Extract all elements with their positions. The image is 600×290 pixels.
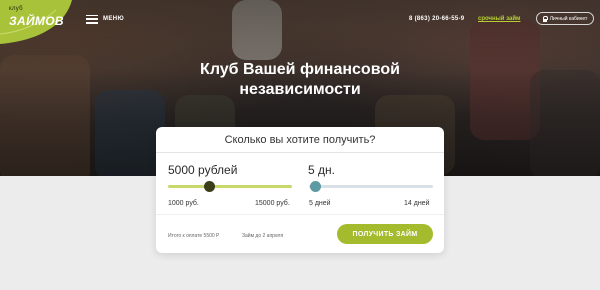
hero-title: Клуб Вашей финансовой независимости [200, 61, 400, 98]
logo-small-text: клуб [9, 6, 23, 12]
get-loan-button[interactable]: ПОЛУЧИТЬ ЗАЙМ [337, 224, 433, 244]
urgent-loan-link[interactable]: срочный займ [478, 16, 520, 22]
days-min-label: 5 дней [309, 200, 331, 207]
hamburger-icon [86, 14, 98, 24]
personal-cabinet-button[interactable]: Личный кабинет [536, 12, 594, 25]
menu-button[interactable]: МЕНЮ [86, 13, 124, 25]
amount-max-label: 15000 руб. [255, 200, 290, 207]
total-to-pay: Итого к оплате 5500 Р [168, 233, 220, 239]
amount-value: 5000 рублей [168, 163, 238, 177]
menu-label: МЕНЮ [103, 16, 125, 22]
days-value: 5 дн. [308, 163, 335, 177]
divider [156, 152, 444, 153]
logo[interactable]: клуб ЗАЙМОВ [0, 0, 72, 44]
days-slider-handle[interactable] [309, 181, 321, 192]
amount-min-label: 1000 руб. [168, 200, 199, 207]
phone-number[interactable]: 8 (863) 20-66-55-9 [409, 16, 464, 22]
days-max-label: 14 дней [404, 200, 430, 207]
lock-icon [542, 16, 549, 22]
amount-slider-handle[interactable] [203, 181, 215, 192]
personal-cabinet-label: Личный кабинет [549, 15, 588, 22]
divider [156, 214, 444, 215]
calculator-title: Сколько вы хотите получить? [224, 134, 376, 146]
loan-calculator: Сколько вы хотите получить? 5000 рублей … [156, 127, 444, 253]
logo-big-text: ЗАЙМОВ [9, 14, 64, 28]
days-slider[interactable] [309, 181, 433, 192]
amount-slider[interactable] [168, 181, 292, 192]
loan-due-date: Займ до 2 апреля [242, 233, 284, 239]
